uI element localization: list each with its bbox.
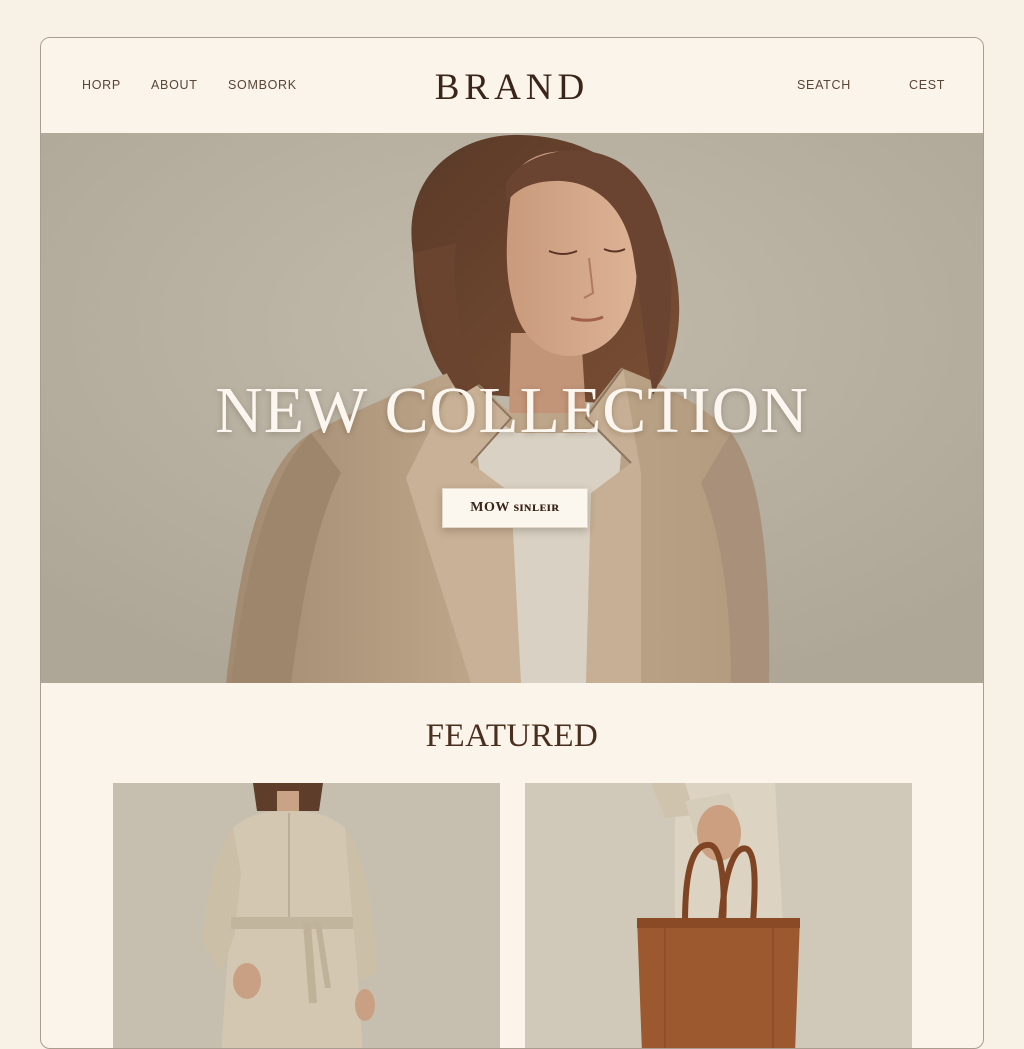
hero-title: NEW COLLECTION bbox=[215, 374, 809, 447]
product-card-tote[interactable] bbox=[525, 783, 912, 1048]
site-header: HORP ABOUT SOMBORK BRAND SEATCH CEST bbox=[41, 38, 983, 134]
browser-frame: HORP ABOUT SOMBORK BRAND SEATCH CEST NEW… bbox=[40, 37, 984, 1049]
nav-link-cart[interactable]: CEST bbox=[909, 78, 945, 92]
featured-heading: FEATURED bbox=[425, 718, 599, 754]
tote-product-image bbox=[525, 783, 912, 1048]
shop-now-button[interactable]: MOW ѕɪɴʟᴇɪʀ bbox=[442, 488, 588, 528]
product-card-dress[interactable] bbox=[113, 783, 500, 1048]
hero-banner: NEW COLLECTION MOW ѕɪɴʟᴇɪʀ bbox=[41, 133, 983, 683]
dress-product-image bbox=[113, 783, 500, 1048]
nav-link-search[interactable]: SEATCH bbox=[797, 78, 851, 92]
